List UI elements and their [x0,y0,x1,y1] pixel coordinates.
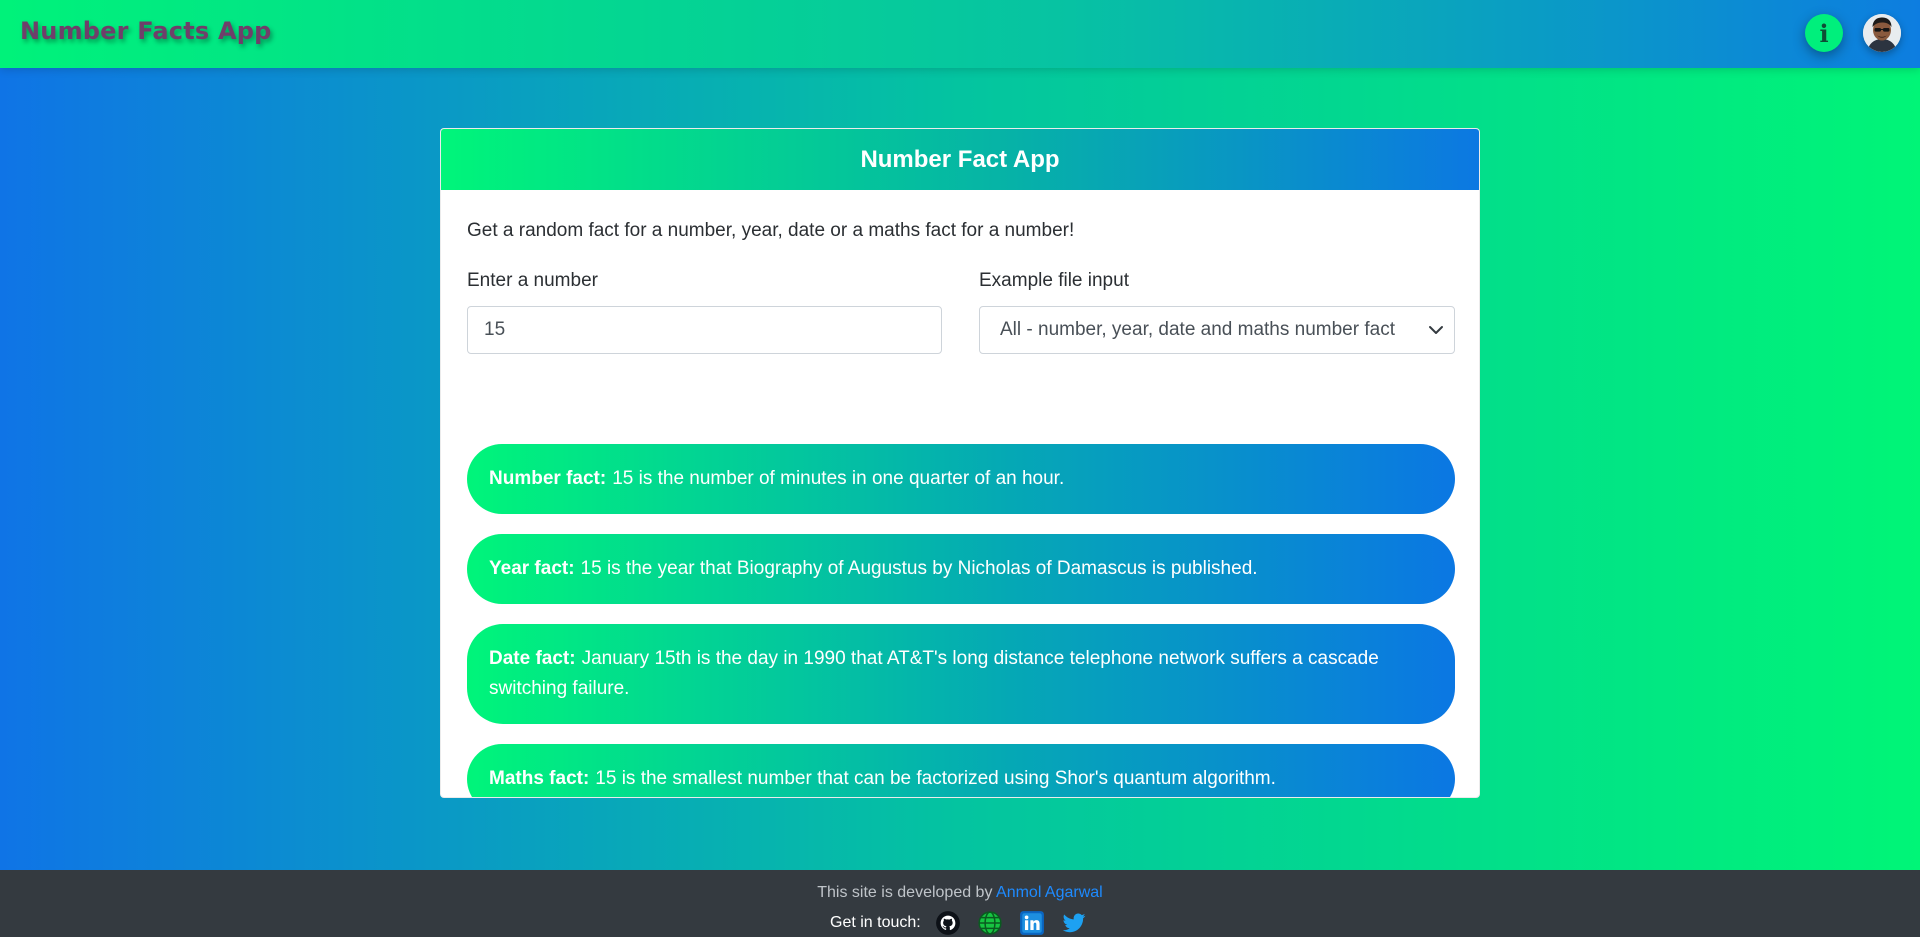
chevron-down-icon [1429,326,1443,334]
social-links: Get in touch: [830,910,1087,936]
fact-label: Year fact: [489,558,575,579]
navbar: Number Facts App i [0,0,1920,68]
user-avatar-icon [1863,14,1901,52]
fact-text: January 15th is the day in 1990 that AT&… [489,648,1379,699]
fact-type-select[interactable]: All - number, year, date and maths numbe… [979,306,1455,354]
fact-card: Number Fact App Get a random fact for a … [440,128,1480,798]
year-fact: Year fact: 15 is the year that Biography … [467,534,1455,604]
fact-label: Maths fact: [489,768,590,789]
get-in-touch-label: Get in touch: [830,914,921,931]
fact-text: 15 is the number of minutes in one quart… [612,468,1065,489]
twitter-icon[interactable] [1061,910,1087,936]
card-header: Number Fact App [441,129,1479,190]
type-label: Example file input [979,270,1129,291]
fact-type-selected: All - number, year, date and maths numbe… [1000,319,1395,340]
fact-label: Number fact: [489,468,607,489]
footer: This site is developed by Anmol Agarwal … [0,870,1920,937]
fact-text: 15 is the smallest number that can be fa… [595,768,1276,789]
info-button[interactable]: i [1805,14,1843,52]
globe-icon[interactable] [977,910,1003,936]
date-fact: Date fact: January 15th is the day in 199… [467,624,1455,724]
github-icon[interactable] [935,910,961,936]
maths-fact: Maths fact: 15 is the smallest number tha… [467,744,1455,797]
linkedin-icon[interactable] [1019,910,1045,936]
info-icon: i [1819,18,1829,48]
developer-credit: This site is developed by Anmol Agarwal [0,884,1920,902]
card-title: Number Fact App [860,145,1060,173]
avatar[interactable] [1863,14,1901,52]
number-input[interactable] [467,306,942,354]
number-label: Enter a number [467,270,598,291]
developer-prefix: This site is developed by [817,884,993,901]
fact-label: Date fact: [489,648,576,669]
fact-text: 15 is the year that Biography of Augustu… [580,558,1258,579]
number-fact: Number fact: 15 is the number of minutes … [467,444,1455,514]
intro-text: Get a random fact for a number, year, da… [467,220,1075,241]
brand-title[interactable]: Number Facts App [20,17,272,45]
developer-link[interactable]: Anmol Agarwal [996,884,1103,901]
